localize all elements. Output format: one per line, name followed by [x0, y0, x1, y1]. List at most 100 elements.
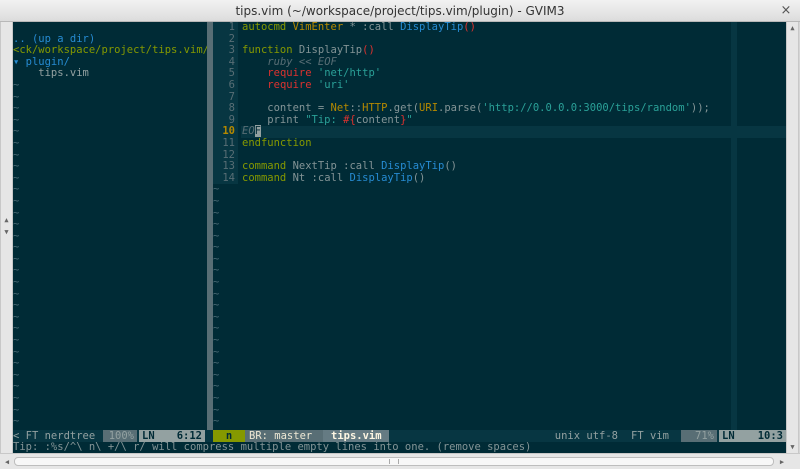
- tilde-filler: ~: [13, 241, 20, 254]
- tilde-filler: ~: [213, 194, 220, 207]
- tilde-filler: ~: [13, 194, 20, 207]
- status-percent: 71%: [681, 430, 717, 442]
- code-token: DisplayTip: [381, 160, 445, 173]
- code-token: EO: [242, 125, 255, 138]
- code-token: DisplayTip: [400, 22, 464, 33]
- code-line[interactable]: 9 print "Tip: #{content}": [213, 113, 786, 127]
- tilde-filler: ~: [13, 264, 20, 277]
- code-text: require 'uri': [238, 79, 349, 91]
- arrow-right-icon[interactable]: ▶: [776, 456, 788, 468]
- tilde-filler: ~: [13, 368, 20, 381]
- tilde-filler: ~: [13, 229, 20, 242]
- close-icon[interactable]: ×: [778, 3, 794, 19]
- arrow-up-icon[interactable]: ▲: [787, 22, 798, 34]
- code-token: command: [242, 171, 293, 184]
- tilde-filler: ~: [213, 183, 220, 196]
- status-ln-label: LN: [719, 430, 739, 442]
- code-token: URI: [419, 102, 439, 115]
- tilde-filler: ~: [13, 90, 20, 103]
- arrow-down-icon[interactable]: ▼: [787, 441, 798, 453]
- tilde-filler: ~: [213, 218, 220, 231]
- code-line[interactable]: 11 endfunction: [213, 137, 786, 150]
- right-scrollbar[interactable]: ▲ ▼: [786, 22, 799, 453]
- tilde-filler: ~: [213, 241, 220, 254]
- code-token: autocmd: [242, 22, 293, 33]
- tilde-filler: ~: [13, 357, 20, 370]
- tilde-filler: ~: [13, 183, 20, 196]
- nerdtree-pane[interactable]: .. (up a dir) <ck/workspace/project/tips.…: [13, 22, 207, 430]
- tilde-filler: ~: [13, 113, 20, 126]
- left-scrollbar[interactable]: ▲ ▼: [0, 22, 13, 453]
- arrow-up-icon[interactable]: ▲: [1, 214, 12, 226]
- line-number: 8: [213, 103, 238, 115]
- window-titlebar[interactable]: tips.vim (~/workspace/project/tips.vim/p…: [0, 0, 800, 22]
- code-token: content: [355, 113, 401, 126]
- window-title: tips.vim (~/workspace/project/tips.vim/p…: [235, 4, 565, 18]
- code-line[interactable]: 14 command Nt :call DisplayTip(): [213, 171, 786, 185]
- tilde-filler: ~: [13, 392, 20, 404]
- vim-area[interactable]: .. (up a dir) <ck/workspace/project/tips.…: [13, 22, 786, 453]
- code-token: 'http://0.0.0.0:3000/tips/random': [482, 102, 691, 115]
- tilde-filler: ~: [213, 403, 220, 416]
- tilde-filler: ~: [13, 287, 20, 300]
- tilde-filler: ~: [213, 357, 220, 370]
- tilde-filler: ~: [13, 206, 20, 219]
- code-token: require: [267, 67, 318, 80]
- code-token: 'uri': [317, 78, 350, 91]
- arrow-down-icon[interactable]: ▼: [1, 226, 12, 238]
- code-token: 'net/http': [317, 67, 382, 80]
- code-token: (): [412, 171, 426, 184]
- code-text: require 'net/http': [238, 67, 382, 80]
- tilde-filler: ~: [213, 229, 220, 242]
- code-line[interactable]: 6 require 'uri': [213, 79, 786, 92]
- line-number: 11: [213, 137, 238, 150]
- code-token: print: [242, 113, 306, 126]
- code-token: Nt: [292, 171, 306, 184]
- bottom-scrollbar[interactable]: ◀ ▶: [0, 453, 800, 469]
- tilde-filler: ~: [13, 276, 20, 289]
- code-token: (): [444, 160, 457, 173]
- code-text: command NextTip :call DisplayTip(): [238, 160, 457, 172]
- tilde-filler: ~: [213, 287, 220, 300]
- tilde-filler: ~: [213, 276, 220, 289]
- scroll-thumb[interactable]: [14, 457, 774, 466]
- status-ln: 10:3: [739, 430, 786, 442]
- editor-pane[interactable]: 1 autocmd VimEnter * :call DisplayTip() 2 3…: [213, 22, 786, 430]
- tilde-filler: ~: [213, 322, 220, 335]
- code-text: autocmd VimEnter * :call DisplayTip(): [238, 22, 476, 33]
- tilde-filler: ~: [213, 264, 220, 277]
- tilde-filler: ~: [213, 380, 220, 393]
- code-token: :call: [336, 160, 382, 173]
- tilde-filler: ~: [213, 345, 220, 358]
- command-line[interactable]: Tip: :%s/^\ n\ +/\ r/ will compress mult…: [13, 442, 786, 453]
- code-text: content = Net::HTTP.get(URI.parse('http:…: [238, 102, 710, 114]
- tree-file-item[interactable]: tips.vim: [13, 68, 207, 80]
- code-token: #{: [343, 113, 356, 126]
- code-token: "Tip:: [305, 113, 344, 126]
- tilde-filler: ~: [213, 310, 220, 323]
- code-token: (): [463, 22, 476, 33]
- code-line[interactable]: 1 autocmd VimEnter * :call DisplayTip(): [213, 22, 786, 34]
- code-token: DisplayTip: [349, 171, 413, 184]
- tilde-filler: ~: [213, 415, 220, 428]
- tilde-filler: ~: [13, 78, 20, 91]
- tilde-filler: ~: [13, 380, 20, 393]
- code-token: ));: [690, 102, 710, 115]
- code-token: content =: [242, 102, 331, 115]
- line-number: 1: [213, 22, 238, 34]
- tilde-filler: ~: [213, 368, 220, 381]
- text-cursor: F: [254, 125, 261, 138]
- code-token: function: [242, 44, 299, 57]
- tilde-filler: ~: [13, 102, 20, 115]
- arrow-left-icon[interactable]: ◀: [1, 456, 13, 468]
- line-number: 13: [213, 161, 238, 173]
- code-text: endfunction: [238, 137, 312, 149]
- tilde-filler: ~: [13, 252, 20, 265]
- code-token: ::: [349, 102, 363, 115]
- tilde-filler: ~: [213, 206, 220, 219]
